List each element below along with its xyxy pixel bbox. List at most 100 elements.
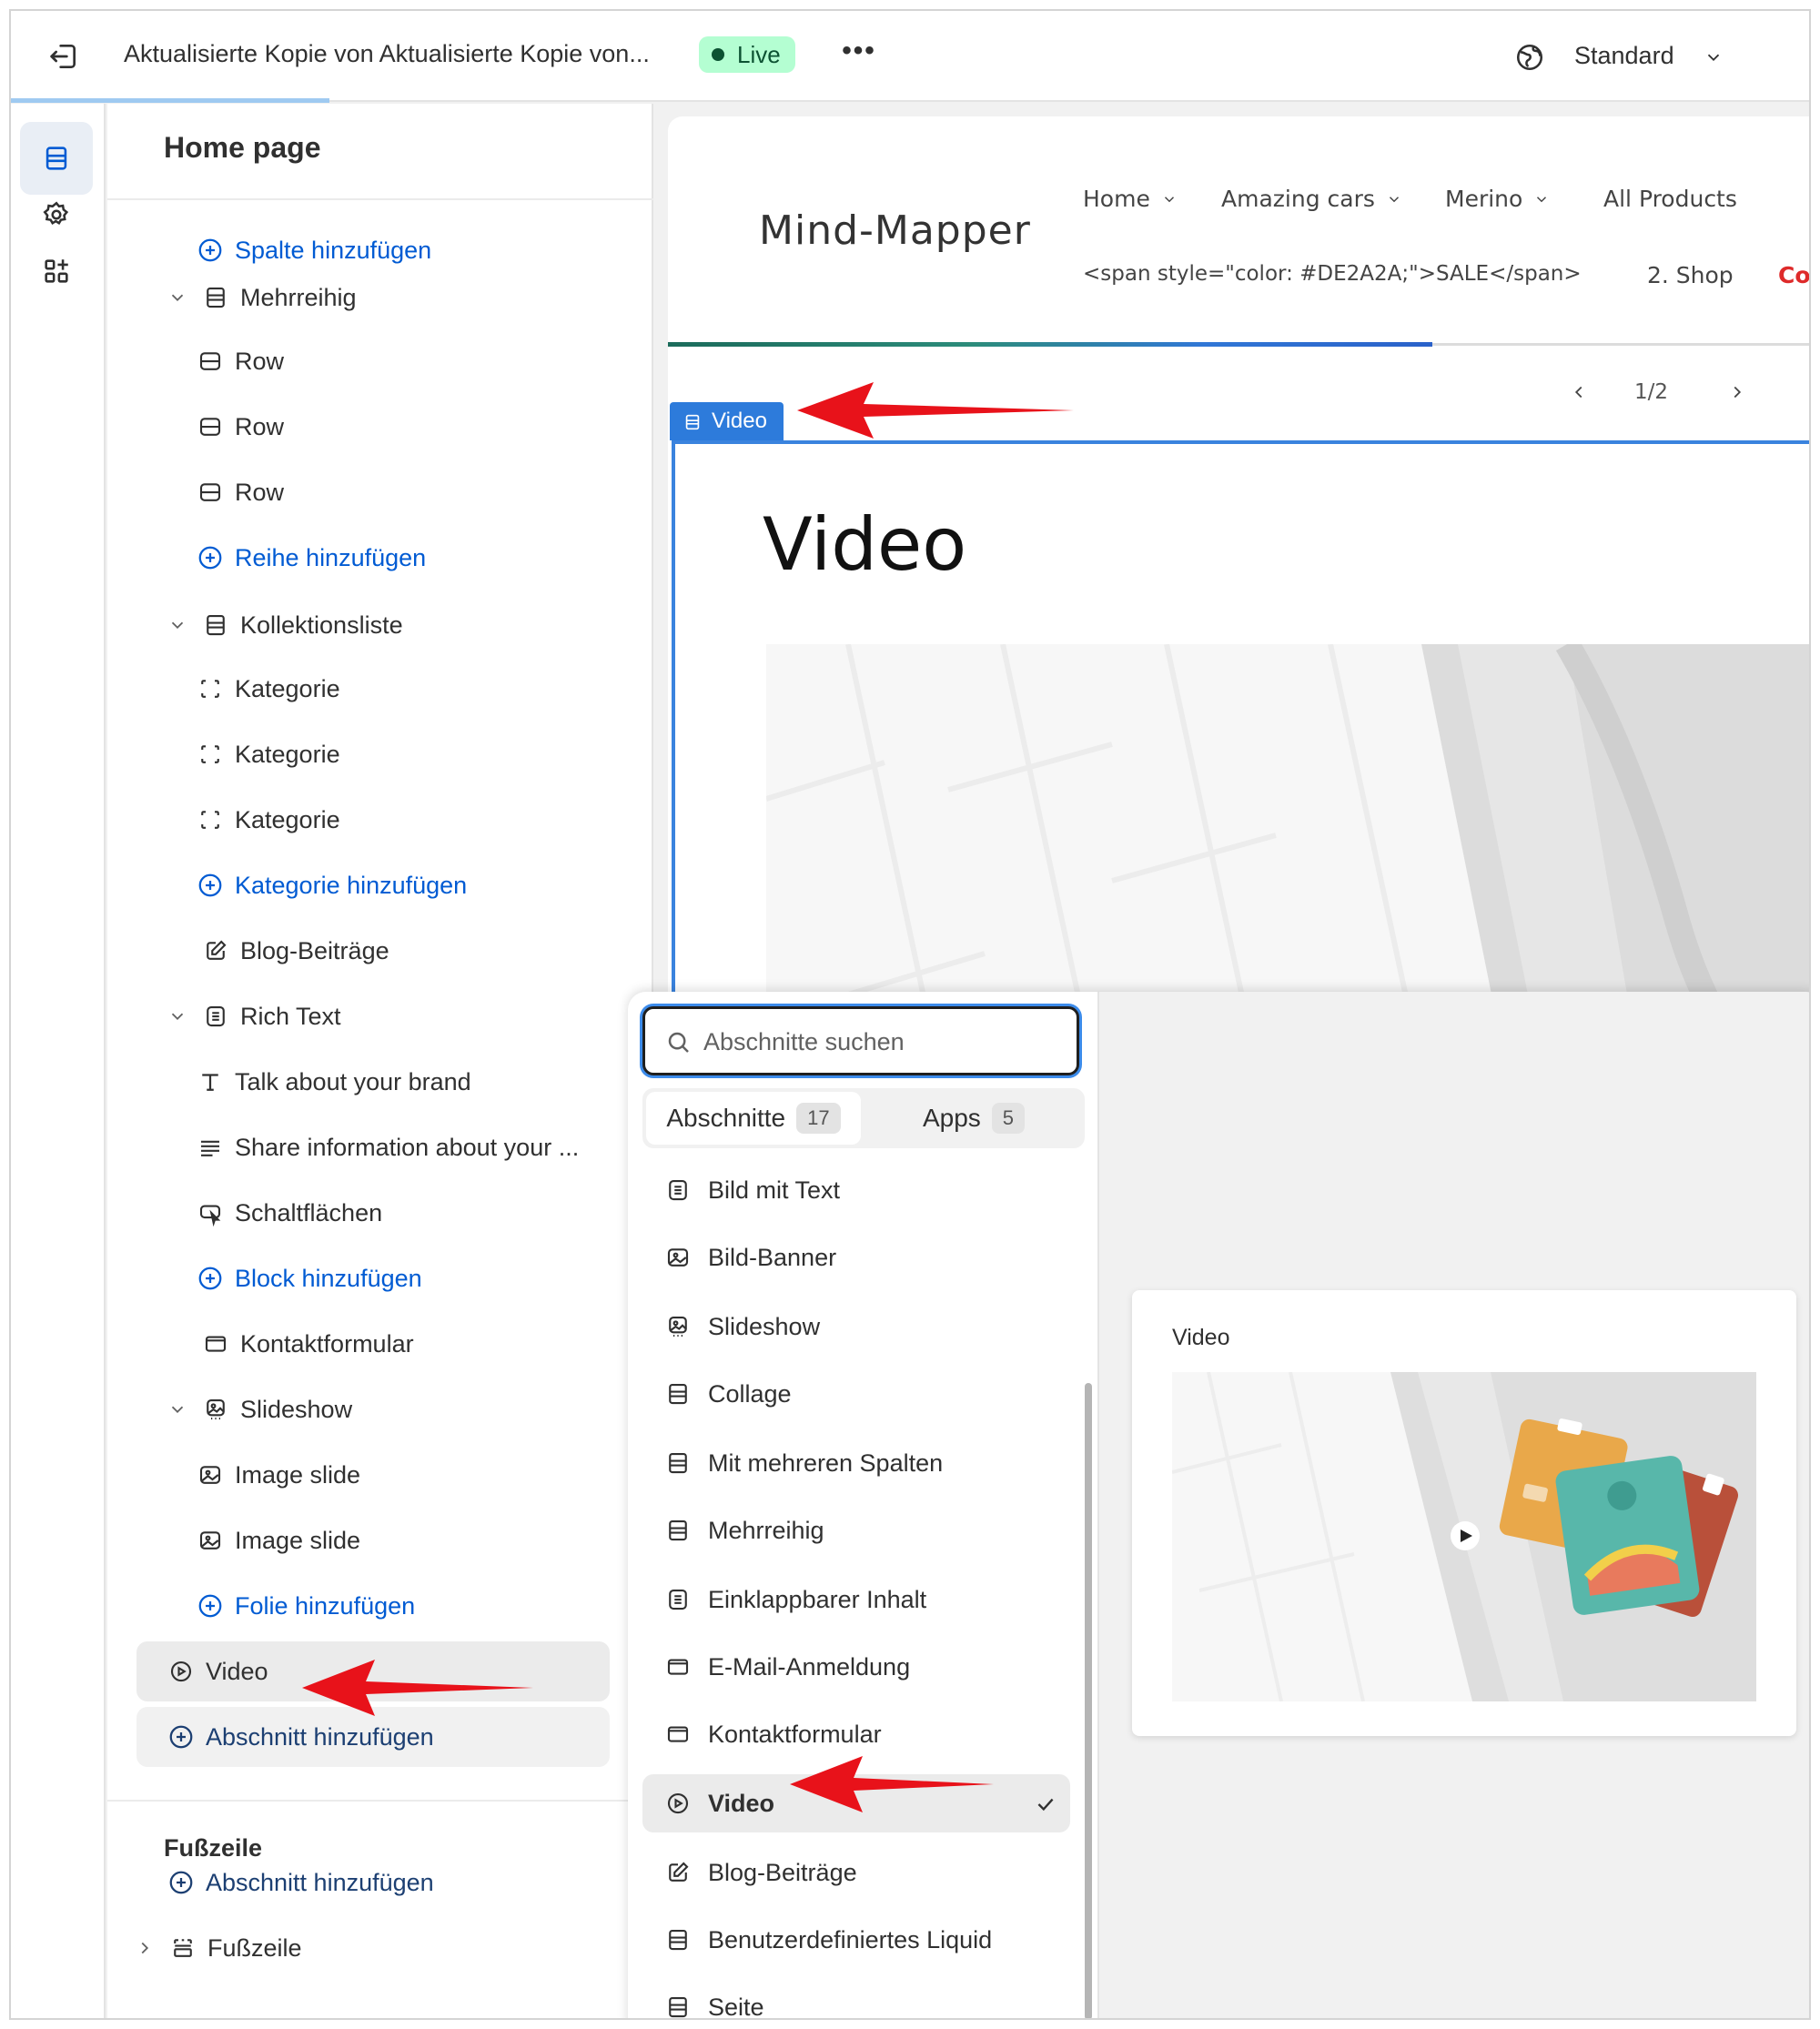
tab-count-badge: 5 bbox=[991, 1103, 1026, 1134]
more-actions-button[interactable]: ••• bbox=[837, 35, 881, 75]
tree-item-label: Spalte hinzufügen bbox=[235, 236, 432, 264]
tree-item-label: Reihe hinzufügen bbox=[235, 543, 427, 571]
picker-item-image-banner[interactable]: Bild-Banner bbox=[642, 1228, 1070, 1287]
chevron-down-icon bbox=[1164, 196, 1174, 202]
tree-block-row[interactable]: Row bbox=[197, 462, 284, 522]
section-tag-label: Video bbox=[712, 409, 767, 433]
tree-section-collection-list[interactable]: Kollektionsliste bbox=[167, 595, 403, 655]
slideshow-icon bbox=[207, 1398, 225, 1420]
picker-item-email-signup[interactable]: E-Mail-Anmeldung bbox=[642, 1638, 1070, 1696]
layout-icon bbox=[669, 1452, 687, 1474]
tree-section-footer[interactable]: Fußzeile bbox=[135, 1918, 302, 1978]
tree-item-label: Row bbox=[235, 478, 285, 506]
add-slide-button[interactable]: Folie hinzufügen bbox=[197, 1576, 415, 1636]
add-footer-section-button[interactable]: Abschnitt hinzufügen bbox=[167, 1852, 434, 1913]
store-logo[interactable]: Mind-Mapper bbox=[759, 207, 1031, 254]
globe-icon bbox=[1516, 44, 1543, 71]
tree-block-image-slide[interactable]: Image slide bbox=[197, 1510, 360, 1570]
picker-scrollbar[interactable] bbox=[1085, 1383, 1092, 2018]
picker-item-label: E-Mail-Anmeldung bbox=[708, 1652, 911, 1681]
tree-block-row[interactable]: Row bbox=[197, 331, 284, 391]
tree-section-contact-form[interactable]: Kontaktformular bbox=[167, 1314, 414, 1374]
picker-item-multirow[interactable]: Mehrreihig bbox=[642, 1501, 1070, 1560]
tree-block-text[interactable]: Share information about your ... bbox=[197, 1117, 579, 1177]
chevron-down-icon[interactable] bbox=[167, 1399, 187, 1419]
tree-section-slideshow[interactable]: Slideshow bbox=[167, 1379, 352, 1439]
tree-block-category[interactable]: Kategorie bbox=[197, 790, 340, 850]
add-section-picker: Abschnitte 17 Apps 5 Bild mit Text Bild-… bbox=[628, 992, 1809, 2018]
chevron-down-icon[interactable] bbox=[167, 615, 187, 635]
edit-icon bbox=[207, 940, 227, 960]
tree-section-blog-posts[interactable]: Blog-Beiträge bbox=[167, 921, 389, 981]
nav-link-merino[interactable]: Merino bbox=[1445, 186, 1550, 212]
play-icon bbox=[170, 1661, 192, 1682]
picker-item-label: Einklappbarer Inhalt bbox=[708, 1585, 927, 1613]
section-search-field[interactable] bbox=[642, 1006, 1079, 1075]
chevron-down-icon[interactable] bbox=[167, 1006, 187, 1026]
picker-item-label: Collage bbox=[708, 1379, 792, 1408]
apps-tab-button[interactable] bbox=[20, 235, 93, 308]
theme-title: Aktualisierte Kopie von Aktualisierte Ko… bbox=[124, 40, 650, 67]
frame-icon bbox=[201, 680, 219, 698]
chevron-right-icon[interactable] bbox=[135, 1938, 155, 1958]
tree-item-label: Kategorie bbox=[235, 805, 340, 833]
layout-icon bbox=[685, 414, 700, 430]
chevron-down-icon[interactable] bbox=[1704, 47, 1724, 67]
tree-item-label: Kategorie hinzufügen bbox=[235, 871, 468, 899]
preview-card-image bbox=[1172, 1372, 1756, 1701]
add-category-button[interactable]: Kategorie hinzufügen bbox=[197, 855, 467, 915]
picker-item-multicolumn[interactable]: Mit mehreren Spalten bbox=[642, 1434, 1070, 1492]
nav-link-collections[interactable]: Coll bbox=[1778, 262, 1809, 288]
tab-count-badge: 17 bbox=[796, 1103, 841, 1134]
tree-block-image-slide[interactable]: Image slide bbox=[197, 1445, 360, 1505]
selected-section-tag[interactable]: Video bbox=[670, 402, 784, 440]
nav-link-sale[interactable]: <span style="color: #DE2A2A;">SALE</span… bbox=[1083, 262, 1582, 286]
picker-item-custom-liquid[interactable]: Benutzerdefiniertes Liquid bbox=[642, 1911, 1070, 1969]
nav-link-shop[interactable]: 2. Shop bbox=[1647, 262, 1734, 288]
tree-item-label: Talk about your brand bbox=[235, 1067, 471, 1095]
exit-icon[interactable] bbox=[46, 38, 82, 75]
add-row-button[interactable]: Reihe hinzufügen bbox=[197, 528, 426, 588]
image-icon bbox=[667, 1248, 689, 1267]
annotation-arrow-icon bbox=[797, 382, 1074, 439]
tree-block-buttons[interactable]: Schaltflächen bbox=[197, 1183, 382, 1243]
tree-block-heading[interactable]: Talk about your brand bbox=[197, 1052, 471, 1112]
tree-section-multirow[interactable]: Mehrreihig bbox=[167, 268, 357, 328]
tree-section-rich-text[interactable]: Rich Text bbox=[167, 986, 341, 1046]
picker-item-page[interactable]: Seite bbox=[642, 1978, 1070, 2018]
picker-item-blog-posts[interactable]: Blog-Beiträge bbox=[642, 1843, 1070, 1902]
plus-circle-icon bbox=[198, 1267, 222, 1290]
nav-link-home[interactable]: Home bbox=[1083, 186, 1178, 212]
add-block-button[interactable]: Block hinzufügen bbox=[197, 1248, 422, 1308]
tree-block-row[interactable]: Row bbox=[197, 397, 284, 457]
section-search-input[interactable] bbox=[703, 1022, 1067, 1062]
tree-item-label: Schaltflächen bbox=[235, 1198, 383, 1226]
tab-apps[interactable]: Apps 5 bbox=[866, 1092, 1081, 1145]
apps-icon bbox=[45, 259, 68, 283]
plus-circle-icon bbox=[198, 238, 222, 262]
picker-item-collage[interactable]: Collage bbox=[642, 1365, 1070, 1423]
row-icon bbox=[199, 483, 221, 501]
viewport-selector[interactable]: Standard bbox=[1574, 42, 1674, 70]
chevron-down-icon[interactable] bbox=[167, 288, 187, 308]
nav-link-amazing-cars[interactable]: Amazing cars bbox=[1221, 186, 1402, 212]
tree-block-category[interactable]: Kategorie bbox=[197, 724, 340, 784]
picker-item-collapsible-content[interactable]: Einklappbarer Inhalt bbox=[642, 1570, 1070, 1629]
tree-item-label: Rich Text bbox=[240, 1002, 341, 1030]
frame-icon bbox=[201, 745, 219, 763]
tree-item-label: Folie hinzufügen bbox=[235, 1591, 416, 1620]
picker-item-label: Mehrreihig bbox=[708, 1516, 824, 1544]
search-icon bbox=[668, 1032, 689, 1053]
picker-item-image-with-text[interactable]: Bild mit Text bbox=[642, 1161, 1070, 1219]
chevron-left-icon[interactable] bbox=[1569, 382, 1589, 402]
tree-item-label: Kollektionsliste bbox=[240, 611, 403, 639]
picker-item-slideshow[interactable]: Slideshow bbox=[642, 1297, 1070, 1356]
chevron-right-icon[interactable] bbox=[1727, 382, 1747, 402]
tree-item-label: Block hinzufügen bbox=[235, 1264, 422, 1292]
tree-item-label: Kategorie bbox=[235, 740, 340, 768]
gear-icon bbox=[43, 201, 69, 225]
type-icon bbox=[202, 1074, 218, 1091]
tree-block-category[interactable]: Kategorie bbox=[197, 659, 340, 719]
nav-link-all-products[interactable]: All Products bbox=[1603, 186, 1737, 212]
tab-sections[interactable]: Abschnitte 17 bbox=[646, 1092, 861, 1145]
